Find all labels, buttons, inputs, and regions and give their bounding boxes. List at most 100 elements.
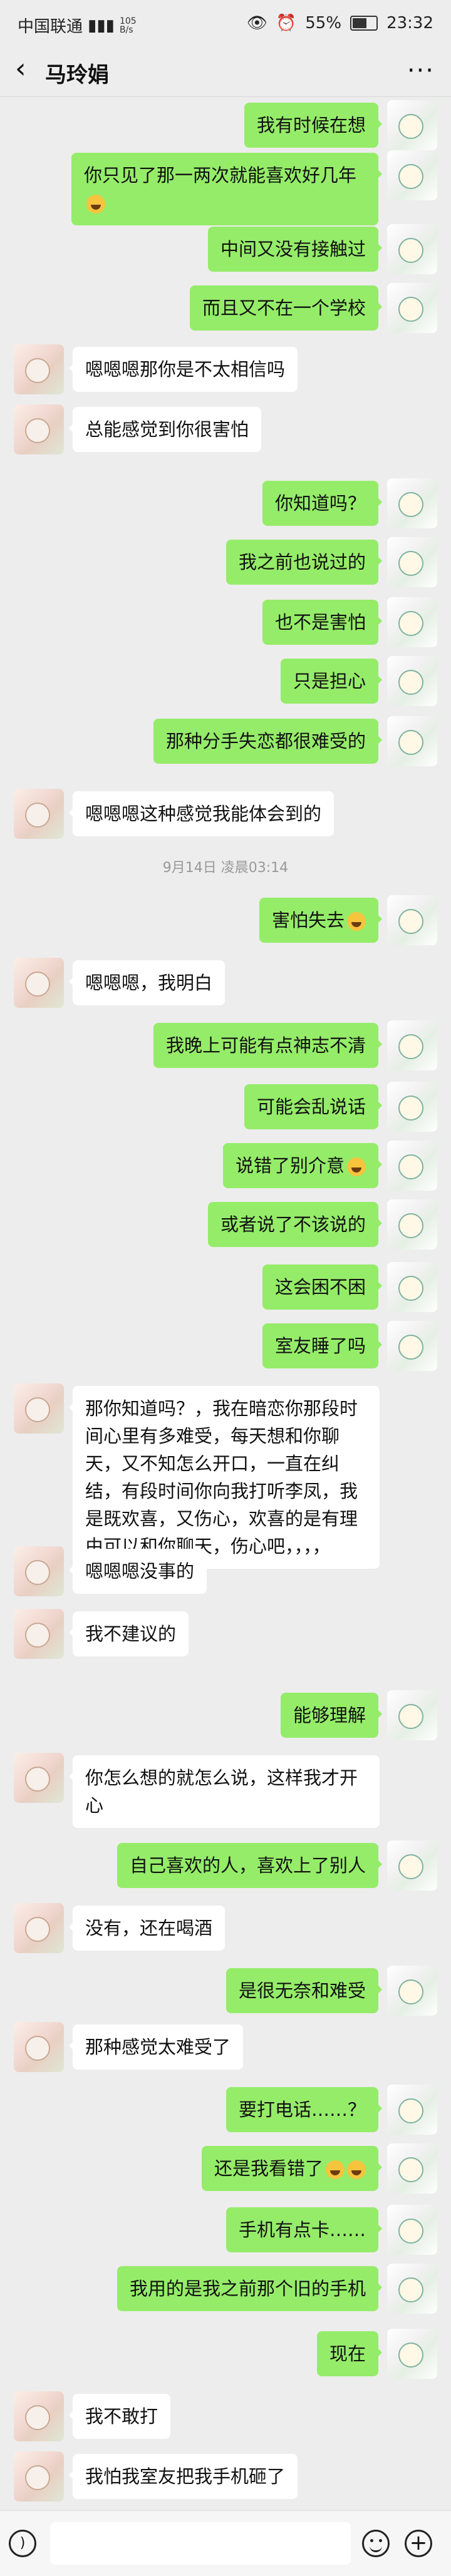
my-avatar[interactable] (387, 2329, 437, 2379)
contact-avatar[interactable] (14, 2391, 64, 2441)
message-bubble[interactable]: 我用的是我之前那个旧的手机 (117, 2266, 383, 2311)
message-bubble[interactable]: 或者说了不该说的 (207, 1202, 383, 1247)
more-options-icon[interactable]: ··· (407, 56, 435, 85)
message-bubble[interactable]: 也不是害怕 (262, 600, 383, 645)
message-text: 室友睡了吗 (274, 1335, 366, 1357)
message-bubble[interactable]: 是很无奈和难受 (226, 1968, 383, 2013)
my-avatar[interactable] (387, 895, 437, 945)
my-avatar[interactable] (387, 1840, 437, 1891)
message-bubble[interactable]: 嗯嗯嗯那你是不太相信吗 (68, 347, 298, 392)
my-avatar[interactable] (387, 537, 437, 587)
my-avatar[interactable] (387, 478, 437, 528)
message-bubble[interactable]: 能够理解 (280, 1693, 383, 1738)
message-text: 能够理解 (293, 1705, 366, 1726)
contact-avatar[interactable] (14, 1609, 64, 1659)
my-avatar[interactable] (387, 1082, 437, 1132)
message-bubble[interactable]: 我不建议的 (68, 1611, 189, 1656)
message-bubble[interactable]: 总能感觉到你很害怕 (68, 407, 262, 452)
my-avatar[interactable] (387, 1966, 437, 2016)
contact-avatar[interactable] (14, 344, 64, 394)
my-avatar[interactable] (387, 283, 437, 333)
plus-icon[interactable]: + (405, 2530, 432, 2557)
my-avatar[interactable] (387, 1321, 437, 1371)
message-bubble[interactable]: 只是担心 (280, 659, 383, 704)
message-bubble[interactable]: 你只见了那一两次就能喜欢好几年 (71, 153, 382, 225)
message-bubble[interactable]: 我不敢打 (68, 2394, 171, 2439)
message-bubble[interactable]: 自己喜欢的人，喜欢上了别人 (117, 1843, 383, 1888)
my-avatar[interactable] (387, 597, 437, 647)
contact-avatar[interactable] (14, 958, 64, 1008)
message-text: 嗯嗯嗯那你是不太相信吗 (85, 359, 286, 380)
my-avatar[interactable] (387, 2085, 437, 2135)
contact-avatar[interactable] (14, 1383, 64, 1434)
message-input[interactable] (50, 2522, 351, 2565)
message-bubble[interactable]: 那种感觉太难受了 (68, 2024, 244, 2070)
my-avatar[interactable] (387, 656, 437, 706)
message-bubble[interactable]: 我有时候在想 (244, 103, 383, 148)
message-bubble[interactable]: 我之前也说过的 (226, 540, 383, 585)
message-bubble[interactable]: 那你知道吗？，我在暗恋你那段时间心里有多难受，每天想和你聊天，又不知怎么开口，一… (69, 1386, 380, 1569)
message-text: 我怕我室友把我手机砸了 (85, 2466, 286, 2487)
contact-avatar[interactable] (14, 1903, 64, 1953)
message-bubble[interactable]: 还是我看错了 (201, 2146, 383, 2191)
my-avatar[interactable] (387, 100, 437, 150)
my-avatar[interactable] (387, 2205, 437, 2255)
message-bubble[interactable]: 现在 (316, 2331, 383, 2376)
message-text: 中间又没有接触过 (220, 239, 366, 260)
my-avatar[interactable] (387, 224, 437, 274)
message-bubble[interactable]: 没有，还在喝酒 (68, 1906, 226, 1951)
voice-icon[interactable]: ) (9, 2530, 36, 2557)
message-bubble[interactable]: 可能会乱说话 (244, 1084, 383, 1129)
my-avatar[interactable] (387, 150, 437, 200)
message-bubble[interactable]: 害怕失去 (259, 898, 383, 943)
message-bubble[interactable]: 手机有点卡…… (226, 2207, 383, 2252)
message-text: 嗯嗯嗯，我明白 (85, 972, 213, 993)
battery-icon (350, 16, 378, 31)
contact-avatar[interactable] (14, 1753, 64, 1803)
my-avatar[interactable] (387, 2143, 437, 2194)
my-avatar[interactable] (387, 2264, 437, 2314)
message-text: 你知道吗？ (274, 493, 366, 514)
message-bubble[interactable]: 我怕我室友把我手机砸了 (68, 2454, 298, 2499)
my-avatar[interactable] (387, 1262, 437, 1312)
message-bubble[interactable]: 你知道吗？ (262, 481, 383, 526)
message-bubble[interactable]: 室友睡了吗 (262, 1323, 383, 1368)
my-avatar[interactable] (387, 716, 437, 766)
contact-avatar[interactable] (14, 789, 64, 839)
message-bubble[interactable]: 你怎么想的就怎么说，这样我才开心 (69, 1755, 380, 1828)
back-icon[interactable]: ‹ (15, 55, 43, 84)
contact-avatar[interactable] (14, 404, 64, 454)
emoji-icon[interactable] (362, 2530, 390, 2557)
message-bubble[interactable]: 那种分手失恋都很难受的 (153, 719, 383, 764)
my-avatar[interactable] (387, 1690, 437, 1740)
message-text: 我不敢打 (85, 2406, 158, 2427)
message-bubble[interactable]: 嗯嗯嗯，我明白 (68, 960, 226, 1005)
my-avatar[interactable] (387, 1020, 437, 1070)
message-bubble[interactable]: 这会困不困 (262, 1265, 383, 1310)
message-bubble[interactable]: 中间又没有接触过 (207, 227, 383, 272)
message-text: 我不建议的 (85, 1623, 177, 1645)
message-text: 那种感觉太难受了 (85, 2036, 231, 2058)
message-text: 害怕失去 (271, 910, 345, 931)
my-avatar[interactable] (387, 1199, 437, 1250)
contact-avatar[interactable] (14, 2451, 64, 2502)
contact-avatar[interactable] (14, 1546, 64, 1596)
carrier-label: 中国联通 (18, 18, 83, 36)
message-bubble[interactable]: 而且又不在一个学校 (189, 285, 383, 331)
my-avatar[interactable] (387, 1141, 437, 1191)
message-bubble[interactable]: 我晚上可能有点神志不清 (153, 1023, 383, 1068)
message-bubble[interactable]: 嗯嗯嗯这种感觉我能体会到的 (68, 791, 334, 836)
chat-message-list[interactable]: 我有时候在想你只见了那一两次就能喜欢好几年中间又没有接触过而且又不在一个学校嗯嗯… (0, 100, 451, 2510)
message-text: 嗯嗯嗯这种感觉我能体会到的 (85, 803, 322, 824)
contact-avatar[interactable] (14, 2022, 64, 2072)
message-bubble[interactable]: 要打电话……？ (226, 2087, 383, 2132)
message-bubble[interactable]: 嗯嗯嗯没事的 (68, 1549, 207, 1594)
message-text: 总能感觉到你很害怕 (85, 419, 249, 440)
chat-title: 马玲娟 (45, 63, 109, 88)
signal-icon: ▮▮▮ (88, 16, 115, 35)
message-text: 手机有点卡…… (238, 2219, 366, 2240)
laugh-emoji-icon (347, 912, 366, 931)
message-bubble[interactable]: 说错了别介意 (222, 1143, 383, 1188)
message-text: 我有时候在想 (256, 115, 366, 136)
eye-icon: 👁 (246, 14, 267, 33)
